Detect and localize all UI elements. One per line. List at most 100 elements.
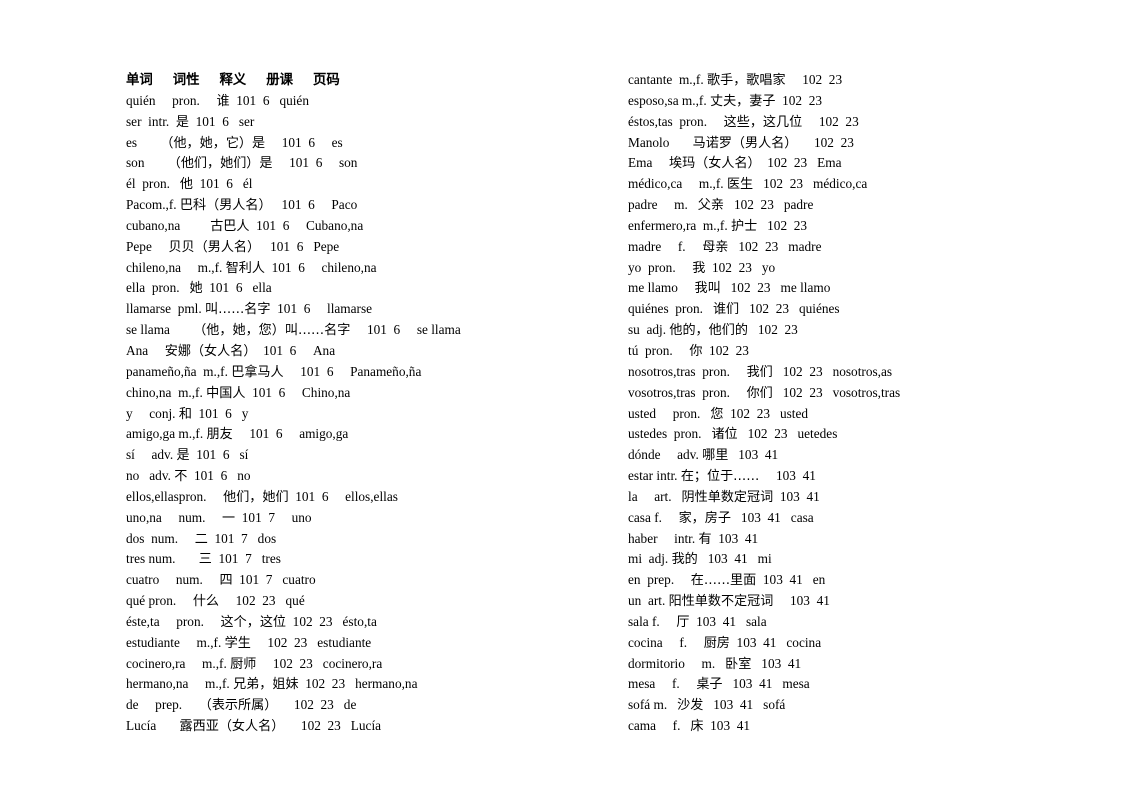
text-run-latin: ser intr.	[126, 113, 176, 129]
text-run-latin: 103 41	[773, 488, 820, 504]
text-run-latin: 102 23	[757, 217, 808, 233]
text-run-latin: 101 6 llamarse	[270, 301, 373, 317]
text-run-latin: quiénes pron.	[628, 301, 713, 317]
text-run-cjk: 安娜（女人名）	[164, 343, 257, 359]
text-run-latin: tres num.	[126, 551, 199, 567]
text-run-latin: 102 23 cocinero,ra	[256, 655, 383, 671]
text-run-cjk: 埃玛（女人名）	[669, 156, 761, 172]
glossary-entry-row: mesa f. 桌子 103 41 mesa	[628, 674, 1098, 695]
text-run-cjk: 巴拿马人	[231, 364, 284, 380]
text-run-cjk: 歌手，歌唱家	[707, 73, 786, 88]
text-run-latin: quién pron.	[126, 92, 217, 108]
text-run-latin: casa f.	[628, 509, 679, 525]
text-run-latin: cubano,na	[126, 217, 211, 233]
text-run-cjk: 这个，这位	[220, 614, 287, 630]
text-run-latin: 103 41 casa	[730, 509, 814, 525]
glossary-entry-row: Pepe 贝贝（男人名） 101 6 Pepe	[126, 237, 596, 258]
text-run-cjk: 释义	[219, 73, 247, 88]
text-run-latin: 103 41 cocina	[729, 634, 822, 650]
text-run-latin: chino,na m.,f.	[126, 384, 207, 400]
text-run-latin: 102 23 madre	[728, 238, 822, 254]
text-run-latin: se llama	[126, 322, 194, 338]
text-run-cjk: 在；位于……	[680, 469, 760, 485]
text-run-cjk: 二	[194, 531, 208, 547]
text-run-latin: su adj.	[628, 322, 670, 338]
glossary-entry-row: es （他，她，它）是 101 6 es	[126, 133, 596, 154]
text-run-cjk: 露西亚（女人名）	[179, 719, 285, 735]
text-run-latin: Pacom.,f.	[126, 197, 180, 213]
text-run-latin: 101 7 tres	[211, 551, 281, 567]
glossary-rows-left: quién pron. 谁 101 6 quién ser intr. 是 101…	[126, 91, 596, 737]
glossary-entry-row: esposo,sa m.,f. 丈夫，妻子 102 23	[628, 91, 1098, 112]
text-run-cjk: 护士	[731, 218, 758, 234]
text-run-latin: amigo,ga m.,f.	[126, 426, 207, 442]
text-run-cjk: 阳性单数不定冠词	[668, 594, 774, 610]
text-run-latin: 101 6 Pepe	[260, 238, 340, 254]
glossary-column-left: 单词 词性 释义 册课 页码 quién pron. 谁 101 6 quién…	[126, 70, 596, 737]
text-run-latin	[200, 72, 220, 87]
glossary-entry-row: cuatro num. 四 101 7 cuatro	[126, 570, 596, 591]
glossary-entry-row: en prep. 在……里面 103 41 en	[628, 570, 1098, 591]
text-run-latin: un art.	[628, 593, 669, 609]
text-run-latin: 102 23 de	[277, 697, 357, 713]
text-run-latin: Ema	[628, 155, 669, 171]
text-run-latin: 101 6 chileno,na	[264, 259, 377, 275]
text-run-latin: Pepe	[126, 238, 169, 254]
text-run-latin: 101 6 se llama	[350, 322, 461, 338]
text-run-latin: 102 23	[775, 92, 823, 108]
text-run-latin: llamarse pml.	[126, 301, 206, 317]
glossary-entry-row: sala f. 厅 103 41 sala	[628, 612, 1098, 633]
glossary-entry-row: no adv. 不 101 6 no	[126, 466, 596, 487]
text-run-latin: cocina f.	[628, 634, 704, 650]
text-run-latin: 102 23 hermano,na	[298, 676, 418, 692]
text-run-cjk: 我叫	[694, 281, 721, 297]
text-run-latin: cuatro num.	[126, 572, 220, 588]
text-run-latin: panameño,ña m.,f.	[126, 363, 232, 379]
glossary-entry-row: se llama （他，她，您）叫……名字 101 6 se llama	[126, 320, 596, 341]
text-run-latin: 102 23	[747, 322, 798, 338]
text-run-cjk: 册课	[266, 73, 293, 88]
text-run-cjk: 哪里	[702, 448, 729, 464]
text-run-cjk: 一	[222, 510, 236, 526]
text-run-latin: mi adj.	[628, 551, 672, 567]
text-run-latin: 103 41	[759, 468, 816, 484]
text-run-latin: 102 23 quiénes	[739, 301, 840, 317]
text-run-cjk: 古巴人	[210, 218, 250, 234]
glossary-entry-row: son （他们，她们）是 101 6 son	[126, 153, 596, 174]
glossary-column-right: cantante m.,f. 歌手，歌唱家 102 23 esposo,sa m.…	[628, 70, 1098, 737]
text-run-latin: y conj.	[126, 405, 179, 421]
text-run-latin: 103 41 mesa	[722, 676, 810, 692]
text-run-cjk: 页码	[312, 73, 340, 88]
glossary-entry-row: nosotros,tras pron. 我们 102 23 nosotros,a…	[628, 362, 1098, 383]
text-run-cjk: 厨房	[703, 635, 730, 651]
text-run-latin: 102 23 me llamo	[720, 280, 831, 296]
text-run-latin: enfermero,ra m.,f.	[628, 217, 731, 233]
text-run-cjk: 谁	[216, 93, 230, 109]
text-run-cjk: 贝贝（男人名）	[168, 239, 261, 255]
text-run-latin: estudiante m.,f.	[126, 634, 225, 650]
text-run-latin: en prep.	[628, 572, 691, 588]
text-run-latin: 103 41	[711, 530, 759, 546]
text-run-latin: ustedes pron.	[628, 426, 712, 442]
glossary-entry-row: casa f. 家，房子 103 41 casa	[628, 508, 1098, 529]
text-run-latin	[293, 72, 313, 87]
text-run-latin: 101 6 Panameño,ña	[283, 363, 422, 379]
text-run-cjk: 丈夫，妻子	[710, 93, 776, 109]
text-run-cjk: 四	[219, 573, 233, 589]
text-run-latin: 101 6 y	[191, 405, 249, 421]
text-run-latin: 101 6 quién	[229, 92, 309, 108]
glossary-entry-row: Lucía 露西亚（女人名） 102 23 Lucía	[126, 716, 596, 737]
text-run-latin: 102 23 padre	[723, 197, 814, 213]
glossary-entry-row: él pron. 他 101 6 él	[126, 174, 596, 195]
text-run-latin: 101 6 sí	[189, 447, 249, 463]
glossary-entry-row: y conj. 和 101 6 y	[126, 404, 596, 425]
text-run-latin: Lucía	[126, 718, 180, 734]
text-run-cjk: （他们，她们）是	[167, 156, 273, 172]
text-run-latin: 102 23 uetedes	[737, 426, 838, 442]
glossary-entry-row: sí adv. 是 101 6 sí	[126, 445, 596, 466]
text-run-latin: 103 41 mi	[697, 551, 772, 567]
text-run-cjk: 三	[198, 552, 212, 568]
text-run-latin: usted pron.	[628, 405, 711, 421]
text-run-cjk: 词性	[172, 73, 200, 88]
text-run-latin: 102 23	[797, 134, 854, 150]
